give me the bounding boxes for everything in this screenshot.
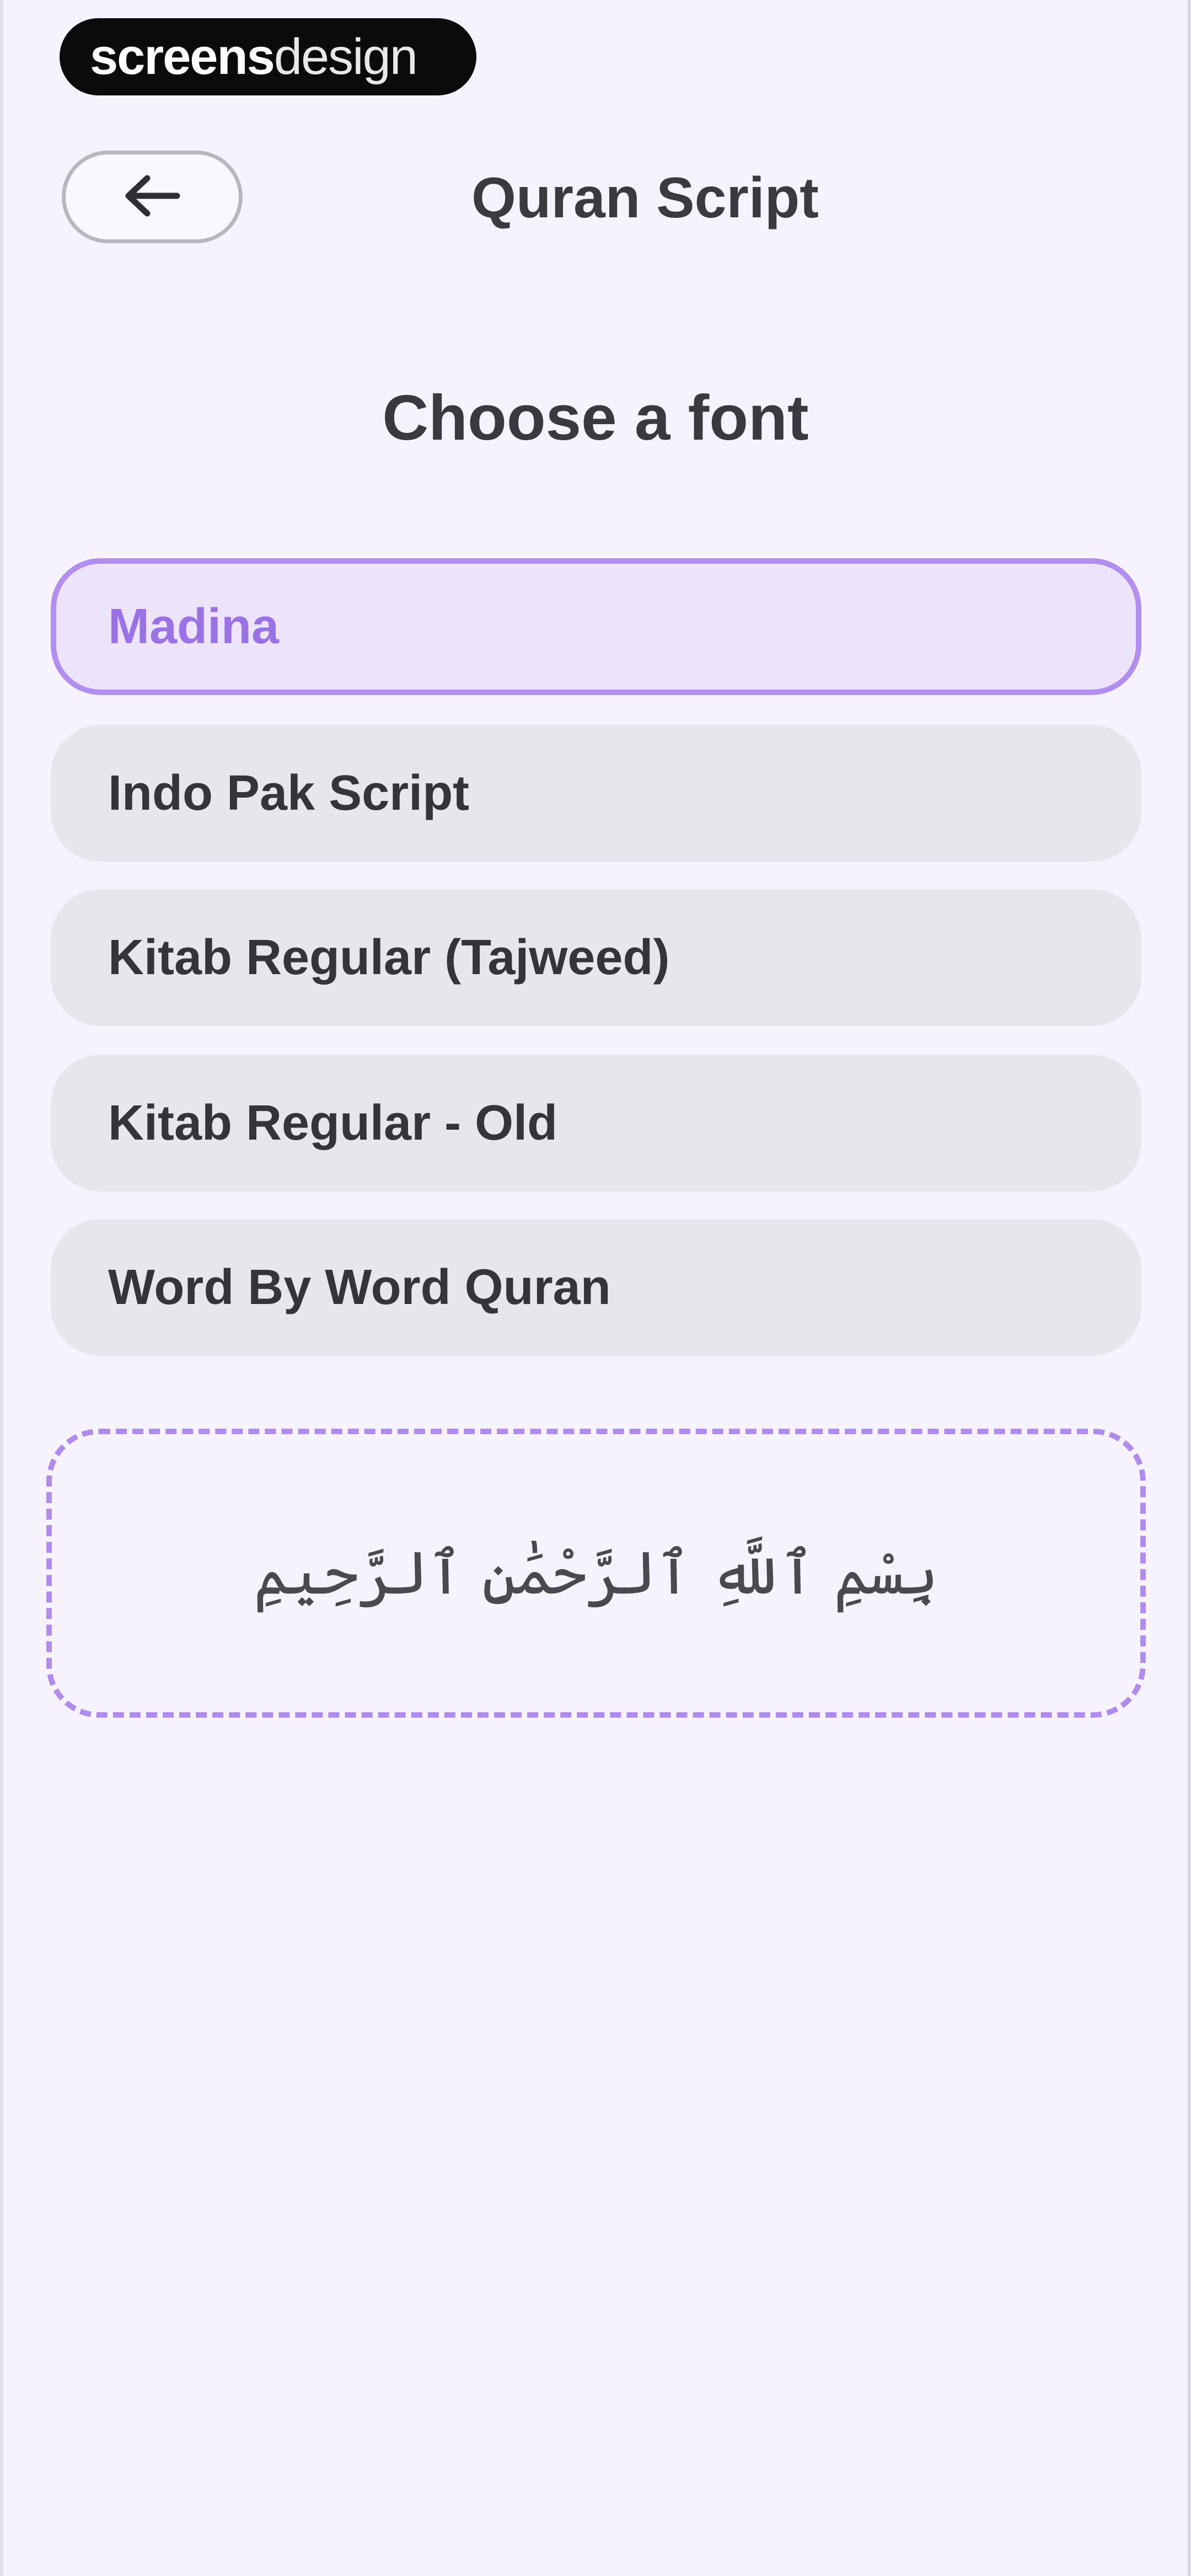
watermark-thin: design (273, 28, 418, 85)
watermark-bold: screens (90, 28, 275, 85)
font-option-word-by-word-quran[interactable]: Word By Word Quran (51, 1219, 1141, 1356)
font-option-kitab-regular-tajweed[interactable]: Kitab Regular (Tajweed) (51, 889, 1141, 1026)
watermark-logo: screens design (60, 18, 476, 95)
font-option-label: Kitab Regular - Old (108, 1095, 558, 1151)
font-option-label: Madina (108, 598, 280, 654)
back-button[interactable] (62, 151, 243, 243)
font-option-label: Indo Pak Script (108, 765, 470, 821)
section-heading: Choose a font (382, 382, 809, 453)
font-option-indo-pak-script[interactable]: Indo Pak Script (51, 725, 1141, 862)
font-option-label: Kitab Regular (Tajweed) (108, 929, 670, 985)
font-preview-text: بِسْمِ ٱللَّهِ ٱلرَّحْمَٰنِ ٱلرَّحِيمِ (253, 1538, 939, 1608)
font-option-kitab-regular-old[interactable]: Kitab Regular - Old (51, 1055, 1141, 1191)
page-title: Quran Script (471, 166, 819, 230)
font-option-label: Word By Word Quran (108, 1259, 611, 1315)
font-option-madina[interactable]: Madina (51, 558, 1141, 695)
font-preview-box: بِسْمِ ٱللَّهِ ٱلرَّحْمَٰنِ ٱلرَّحِيمِ (46, 1429, 1146, 1718)
arrow-left-icon (122, 174, 183, 221)
